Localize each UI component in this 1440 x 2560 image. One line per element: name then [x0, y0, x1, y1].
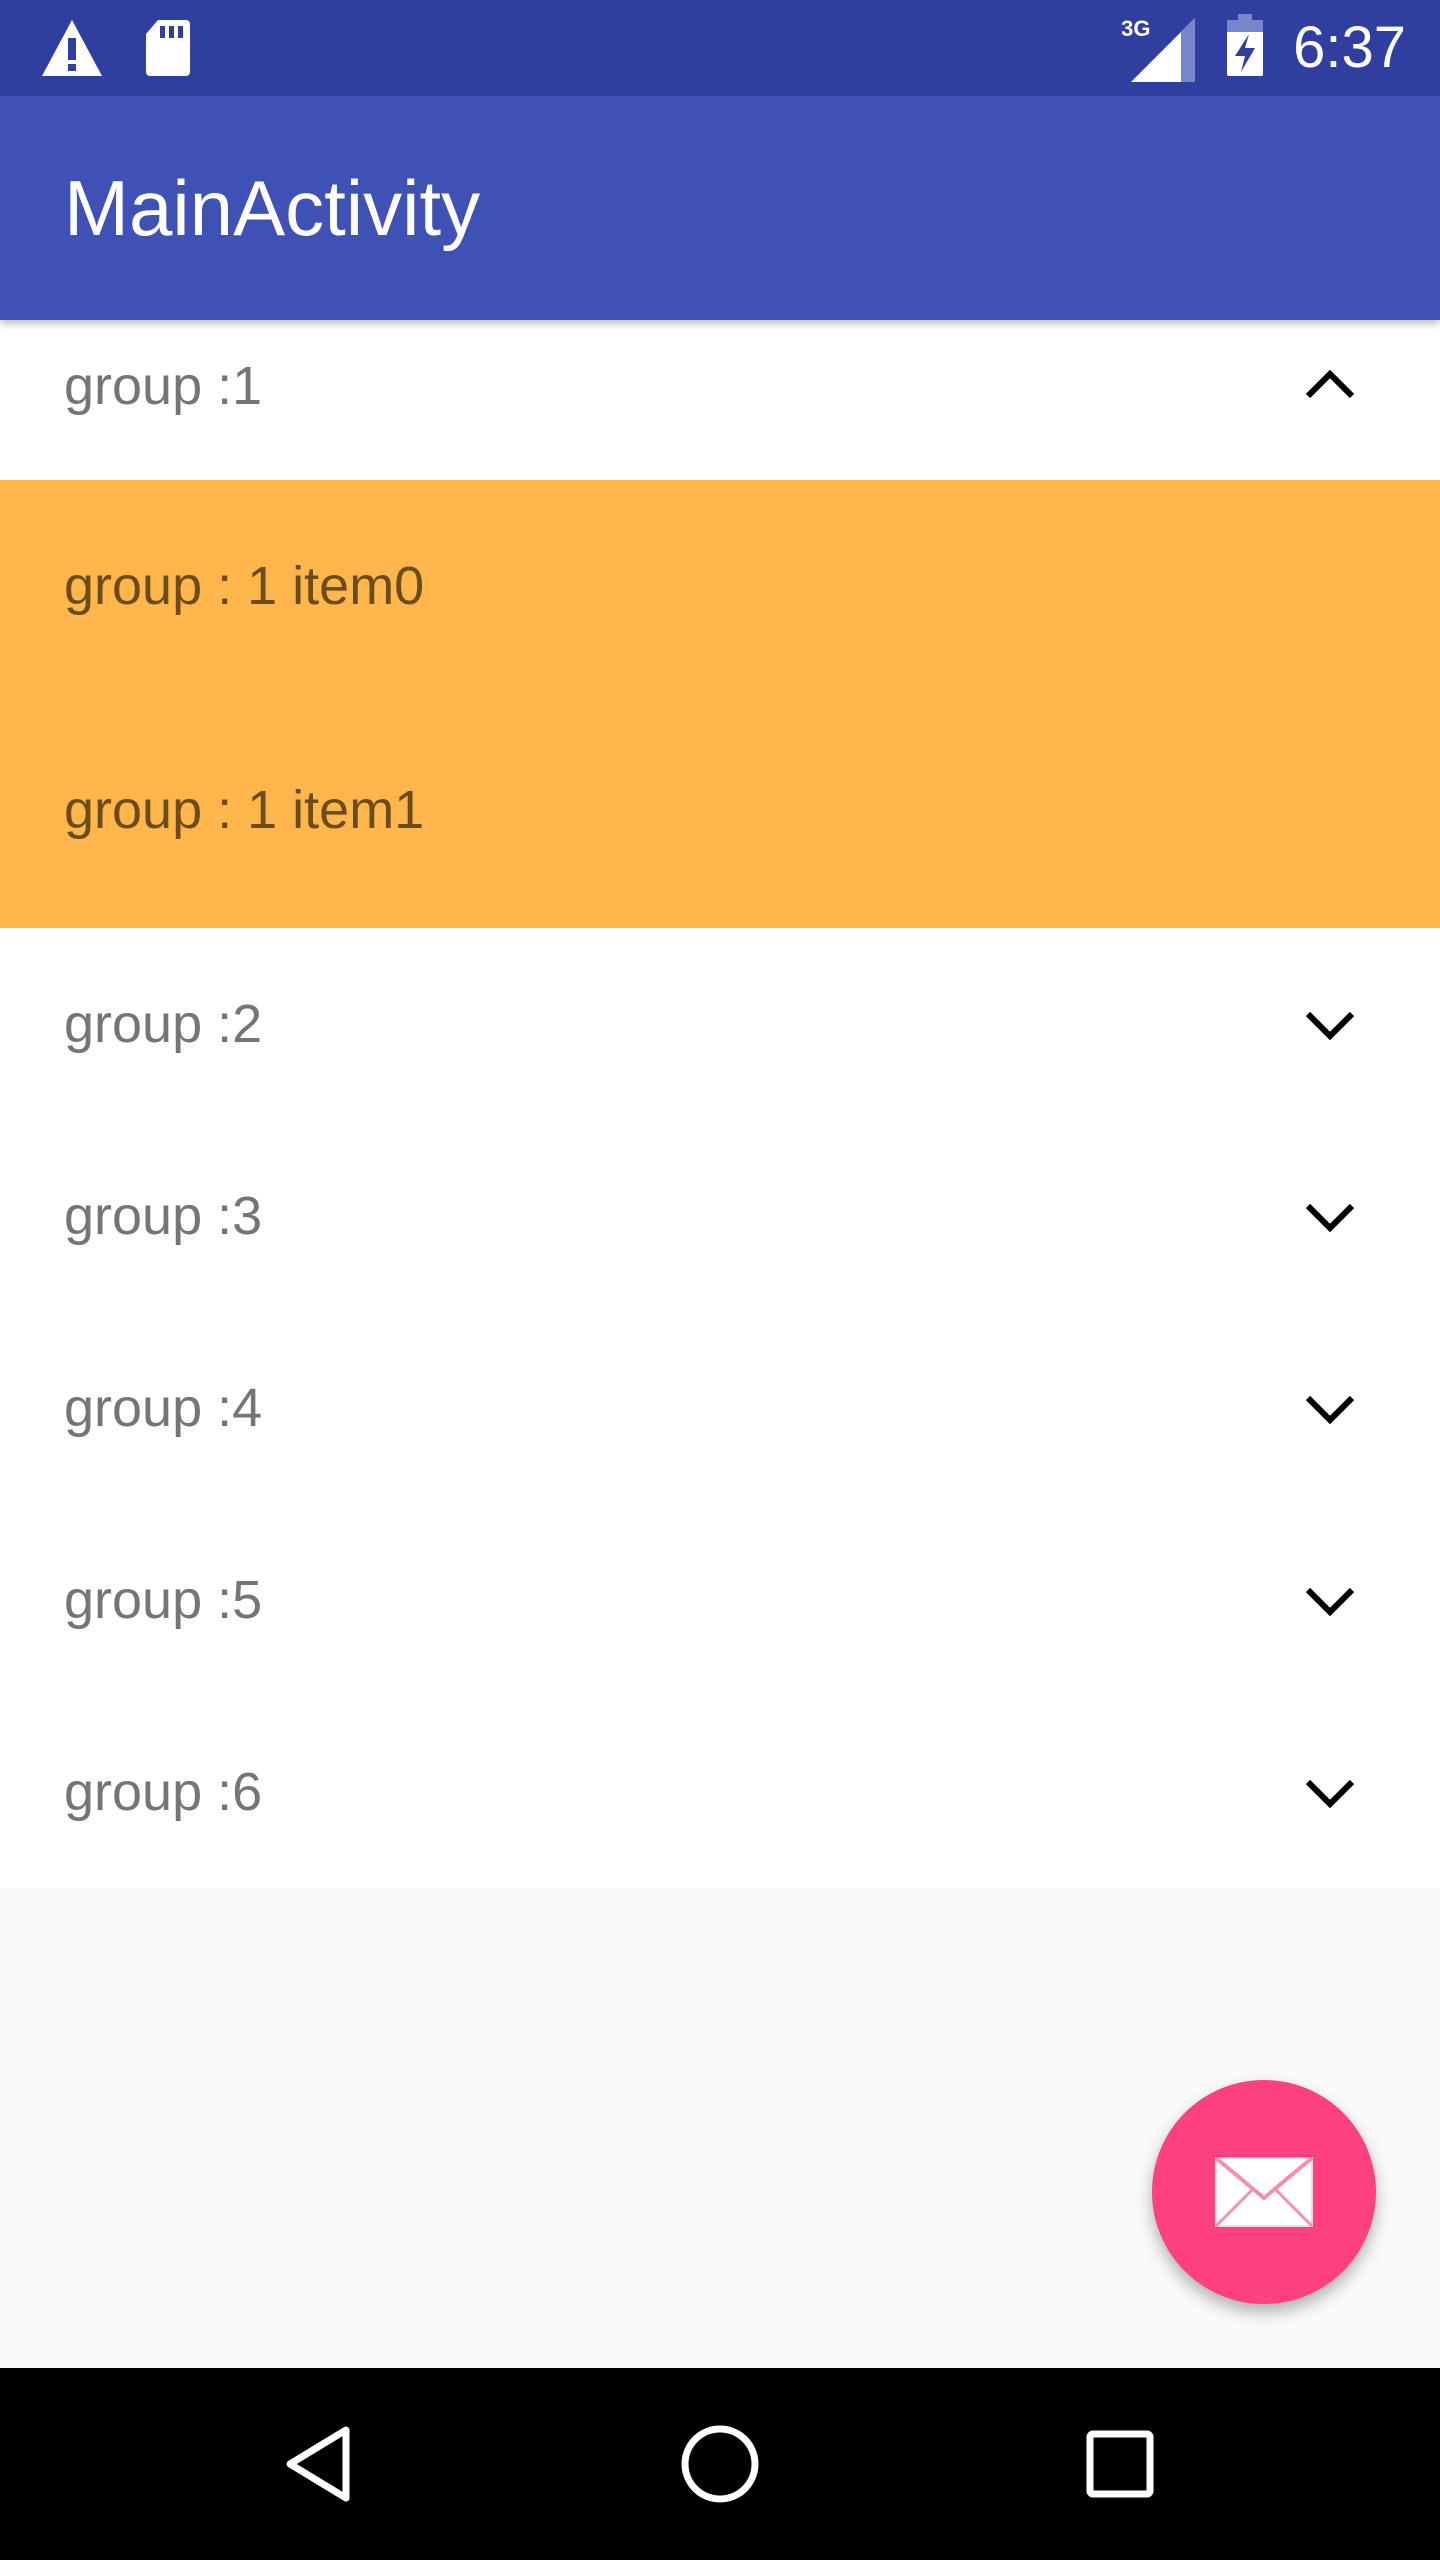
child-label: group : 1 item0 — [64, 556, 425, 616]
group-label: group :3 — [64, 1186, 263, 1246]
expandable-list: group :1 group : 1 item0 group : 1 item1… — [0, 320, 1440, 1888]
chevron-down-icon — [1305, 1395, 1355, 1425]
group-row-2[interactable]: group :2 — [0, 928, 1440, 1120]
group-1-children: group : 1 item0 group : 1 item1 — [0, 480, 1440, 928]
group-label: group :6 — [64, 1762, 263, 1822]
recents-icon — [1086, 2430, 1154, 2498]
group-row-4[interactable]: group :4 — [0, 1312, 1440, 1504]
sd-card-icon — [144, 18, 192, 83]
page-title: MainActivity — [64, 164, 481, 252]
home-icon — [681, 2425, 759, 2503]
warning-icon — [40, 18, 104, 83]
group-row-3[interactable]: group :3 — [0, 1120, 1440, 1312]
group-label: group :5 — [64, 1570, 263, 1630]
signal-icon: 3G — [1121, 12, 1197, 84]
group-row-1[interactable]: group :1 — [0, 320, 1440, 480]
navigation-bar — [0, 2368, 1440, 2560]
group-label: group :4 — [64, 1378, 263, 1438]
status-clock: 6:37 — [1293, 15, 1406, 80]
group-label: group :2 — [64, 994, 263, 1054]
chevron-up-icon — [1305, 369, 1355, 399]
nav-recents-button[interactable] — [1064, 2408, 1176, 2520]
chevron-down-icon — [1305, 1779, 1355, 1809]
child-item[interactable]: group : 1 item1 — [0, 704, 1440, 928]
child-label: group : 1 item1 — [64, 780, 425, 840]
chevron-down-icon — [1305, 1203, 1355, 1233]
fab-mail-button[interactable] — [1152, 2080, 1376, 2304]
child-item[interactable]: group : 1 item0 — [0, 480, 1440, 704]
nav-back-button[interactable] — [264, 2408, 376, 2520]
group-row-6[interactable]: group :6 — [0, 1696, 1440, 1888]
group-label: group :1 — [64, 356, 263, 416]
chevron-down-icon — [1305, 1587, 1355, 1617]
status-bar: 3G 6:37 — [0, 0, 1440, 96]
nav-home-button[interactable] — [664, 2408, 776, 2520]
back-icon — [286, 2426, 350, 2502]
app-bar: MainActivity — [0, 96, 1440, 320]
mail-icon — [1214, 2156, 1314, 2228]
chevron-down-icon — [1305, 1011, 1355, 1041]
group-row-5[interactable]: group :5 — [0, 1504, 1440, 1696]
battery-charging-icon — [1225, 13, 1265, 83]
